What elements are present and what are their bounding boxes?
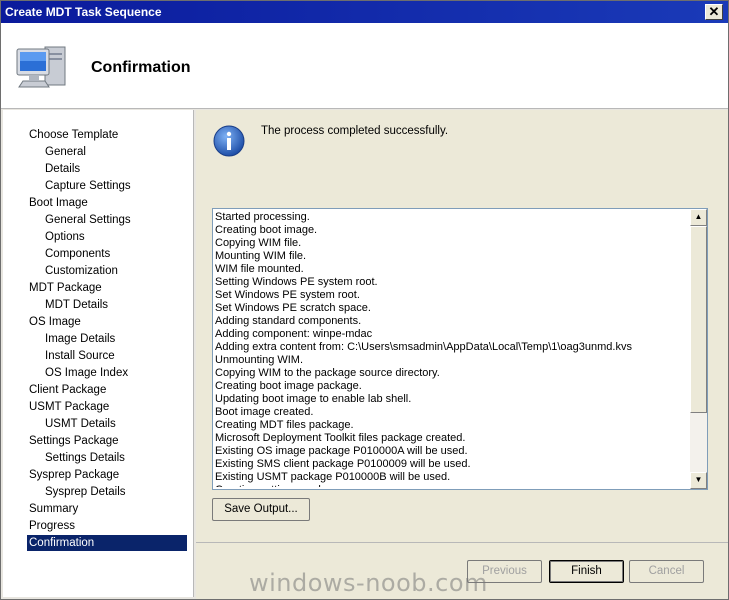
log-line: Existing USMT package P010000B will be u… <box>215 471 451 483</box>
watermark: windows-noob.com <box>249 569 488 597</box>
log-line: Started processing. <box>215 211 310 223</box>
page-title: Confirmation <box>91 59 191 76</box>
nav-item-progress[interactable]: Progress <box>27 518 75 534</box>
log-line: Copying WIM to the package source direct… <box>215 367 440 379</box>
save-output-button[interactable]: Save Output... <box>212 498 310 521</box>
nav-item-confirmation[interactable]: Confirmation <box>27 535 187 551</box>
nav-item-usmt-package[interactable]: USMT Package <box>27 399 109 415</box>
nav-item-sysprep-details[interactable]: Sysprep Details <box>43 484 126 500</box>
nav-item-settings-package[interactable]: Settings Package <box>27 433 119 449</box>
log-line: Set Windows PE system root. <box>215 289 360 301</box>
nav-item-mdt-details[interactable]: MDT Details <box>43 297 108 313</box>
save-output-label: Save Output... <box>224 503 298 515</box>
wizard-header: Confirmation <box>1 23 728 109</box>
log-line: Boot image created. <box>215 406 314 418</box>
computer-icon <box>15 43 71 94</box>
wizard-steps-nav: Choose Template General Details Capture Set… <box>3 110 194 597</box>
nav-item-sysprep-package[interactable]: Sysprep Package <box>27 467 119 483</box>
nav-item-os-image-index[interactable]: OS Image Index <box>43 365 128 381</box>
nav-item-choose-template[interactable]: Choose Template <box>27 127 118 143</box>
log-line: Existing SMS client package P0100009 wil… <box>215 458 471 470</box>
nav-item-os-image[interactable]: OS Image <box>27 314 81 330</box>
arrow-down-icon: ▼ <box>694 475 703 484</box>
nav-item-capture-settings[interactable]: Capture Settings <box>43 178 131 194</box>
nav-item-options[interactable]: Options <box>43 229 85 245</box>
window-title: Create MDT Task Sequence <box>5 5 162 19</box>
log-line: Adding standard components. <box>215 315 362 327</box>
arrow-up-icon: ▲ <box>694 212 703 221</box>
scroll-down-button[interactable]: ▼ <box>690 472 707 489</box>
nav-item-mdt-package[interactable]: MDT Package <box>27 280 102 296</box>
log-line: Updating boot image to enable lab shell. <box>215 393 412 405</box>
log-line: Adding component: winpe-mdac <box>215 328 373 340</box>
nav-item-image-details[interactable]: Image Details <box>43 331 115 347</box>
finish-button[interactable]: Finish <box>549 560 624 583</box>
nav-item-boot-image[interactable]: Boot Image <box>27 195 88 211</box>
cancel-button[interactable]: Cancel <box>629 560 704 583</box>
nav-item-usmt-details[interactable]: USMT Details <box>43 416 116 432</box>
nav-item-install-source[interactable]: Install Source <box>43 348 115 364</box>
log-line: Creating boot image. <box>215 224 318 236</box>
log-line: Set Windows PE scratch space. <box>215 302 371 314</box>
log-line: Adding extra content from: C:\Users\smsa… <box>215 341 632 353</box>
output-log[interactable]: Started processing. Creating boot image. C… <box>212 208 708 490</box>
nav-item-customization[interactable]: Customization <box>43 263 118 279</box>
scroll-thumb[interactable] <box>690 226 707 413</box>
log-line: Copying WIM file. <box>215 237 302 249</box>
content-panel: The process completed successfully. Star… <box>196 110 728 542</box>
log-line: Unmounting WIM. <box>215 354 304 366</box>
log-line: Mounting WIM file. <box>215 250 307 262</box>
nav-item-components[interactable]: Components <box>43 246 110 262</box>
log-line: WIM file mounted. <box>215 263 304 275</box>
log-line: Creating settings package. <box>215 484 691 487</box>
log-line: Creating MDT files package. <box>215 419 354 431</box>
log-lines: Started processing. Creating boot image. C… <box>215 211 691 487</box>
scroll-up-button[interactable]: ▲ <box>690 209 707 226</box>
nav-item-client-package[interactable]: Client Package <box>27 382 106 398</box>
nav-item-summary[interactable]: Summary <box>27 501 78 517</box>
wizard-window: Create MDT Task Sequence ✕ Confirmation … <box>0 0 729 600</box>
title-bar: Create MDT Task Sequence ✕ <box>1 1 728 23</box>
nav-item-general-settings[interactable]: General Settings <box>43 212 131 228</box>
info-icon <box>212 124 246 161</box>
previous-label: Previous <box>482 565 527 577</box>
status-message: The process completed successfully. <box>261 125 449 137</box>
log-line: Creating boot image package. <box>215 380 362 392</box>
log-line: Existing OS image package P010000A will … <box>215 445 468 457</box>
cancel-label: Cancel <box>648 565 685 577</box>
nav-item-settings-details[interactable]: Settings Details <box>43 450 125 466</box>
nav-item-general[interactable]: General <box>43 144 86 160</box>
close-icon: ✕ <box>708 4 720 19</box>
close-button[interactable]: ✕ <box>705 4 723 20</box>
log-line: Microsoft Deployment Toolkit files packa… <box>215 432 466 444</box>
log-line: Setting Windows PE system root. <box>215 276 378 288</box>
log-scrollbar[interactable]: ▲ ▼ <box>690 209 707 489</box>
nav-item-details[interactable]: Details <box>43 161 80 177</box>
finish-label: Finish <box>571 565 602 577</box>
